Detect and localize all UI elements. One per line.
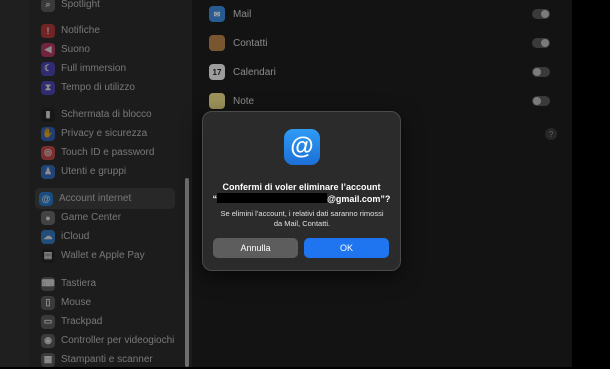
sidebar-item-label: Tempo di utilizzo: [61, 82, 135, 93]
mouse-icon: ▯: [41, 295, 55, 310]
magnifier-icon: ⌕: [41, 0, 55, 12]
dialog-title: Confermi di voler eliminare l’account “@…: [203, 182, 400, 205]
sidebar-item-schermata-di-blocco[interactable]: ▮ Schermata di blocco: [37, 105, 175, 124]
sidebar-item-label: Wallet e Apple Pay: [61, 250, 145, 261]
service-row-mail: ✉ Mail: [209, 2, 554, 26]
sidebar-item-full-immersion[interactable]: ☾ Full immersion: [37, 59, 175, 78]
bell-icon: !: [41, 23, 55, 38]
sidebar-item-tastiera[interactable]: ⌨ Tastiera: [37, 274, 175, 293]
sidebar-item-label: Touch ID e password: [61, 147, 155, 158]
sidebar-item-label: Notifiche: [61, 25, 100, 36]
notes-toggle[interactable]: [532, 96, 550, 106]
sidebar-item-label: Suono: [61, 44, 90, 55]
sidebar-item-touch-id[interactable]: ◎ Touch ID e password: [37, 143, 175, 162]
sidebar-item-stampanti[interactable]: ▦ Stampanti e scanner: [37, 350, 175, 369]
sidebar-item-wallet[interactable]: ▤ Wallet e Apple Pay: [37, 246, 175, 265]
calendar-icon: 17: [209, 64, 225, 80]
redacted-email: [217, 193, 328, 203]
ok-button[interactable]: OK: [304, 238, 389, 258]
cloud-icon: ☁: [41, 229, 55, 244]
sidebar-item-label: Schermata di blocco: [61, 109, 152, 120]
delete-account-dialog: @ Confermi di voler eliminare l’account …: [202, 111, 401, 271]
trackpad-icon: ▭: [41, 314, 55, 329]
sidebar-item-label: Account internet: [59, 193, 132, 204]
sidebar-item-label: iCloud: [61, 231, 90, 242]
sidebar-item-privacy[interactable]: ✋ Privacy e sicurezza: [37, 124, 175, 143]
sidebar-item-tempo-di-utilizzo[interactable]: ⧗ Tempo di utilizzo: [37, 78, 175, 97]
notes-icon: [209, 93, 225, 109]
sidebar-scrollbar[interactable]: [185, 178, 189, 367]
lock-screen-icon: ▮: [41, 107, 55, 122]
mail-icon: ✉: [209, 6, 225, 22]
gamepad-icon: ◉: [41, 333, 55, 348]
wallet-icon: ▤: [41, 248, 55, 263]
sidebar-item-label: Stampanti e scanner: [61, 354, 153, 365]
service-row-contatti: Contatti: [209, 31, 554, 55]
dialog-title-email-suffix: @gmail.com”?: [327, 194, 391, 204]
keyboard-icon: ⌨: [41, 276, 55, 291]
game-center-icon: ●: [41, 210, 55, 225]
dialog-message: Se elimini l’account, i relativi dati sa…: [220, 209, 384, 228]
hourglass-icon: ⧗: [41, 80, 55, 95]
sidebar-item-notifiche[interactable]: ! Notifiche: [37, 21, 175, 40]
cancel-button[interactable]: Annulla: [213, 238, 298, 258]
sidebar-item-label: Mouse: [61, 297, 92, 308]
help-button[interactable]: ?: [545, 128, 557, 140]
sidebar-item-label: Spotlight: [61, 0, 100, 10]
moon-icon: ☾: [41, 61, 55, 76]
sidebar-item-label: Tastiera: [61, 278, 97, 289]
contacts-toggle[interactable]: [532, 38, 550, 48]
at-icon: @: [39, 191, 53, 206]
sidebar-item-trackpad[interactable]: ▭ Trackpad: [37, 312, 175, 331]
service-row-note: Note: [209, 89, 554, 113]
printer-icon: ▦: [41, 352, 55, 367]
users-icon: ♟: [41, 164, 55, 179]
service-label: Calendari: [233, 66, 276, 78]
hand-icon: ✋: [41, 126, 55, 141]
service-row-calendari: 17 Calendari: [209, 60, 554, 84]
sidebar-item-label: Privacy e sicurezza: [61, 128, 148, 139]
service-label: Contatti: [233, 37, 268, 49]
sidebar-item-spotlight[interactable]: ⌕ Spotlight: [37, 0, 175, 14]
sidebar-item-controller[interactable]: ◉ Controller per videogiochi: [37, 331, 175, 350]
service-label: Note: [233, 95, 255, 107]
service-label: Mail: [233, 8, 252, 20]
sidebar-item-icloud[interactable]: ☁ iCloud: [37, 227, 175, 246]
sidebar-item-label: Full immersion: [61, 63, 127, 74]
sidebar-item-label: Utenti e gruppi: [61, 166, 127, 177]
sidebar-item-label: Controller per videogiochi: [61, 335, 175, 346]
sidebar-item-label: Trackpad: [61, 316, 103, 327]
desktop-edge: [572, 0, 610, 367]
contacts-icon: [209, 35, 225, 51]
sidebar: ⌕ Spotlight ! Notifiche ◀ Suono ☾ Full i…: [29, 0, 192, 367]
speaker-icon: ◀: [41, 42, 55, 57]
sidebar-item-utenti[interactable]: ♟ Utenti e gruppi: [37, 162, 175, 181]
sidebar-item-mouse[interactable]: ▯ Mouse: [37, 293, 175, 312]
sidebar-item-game-center[interactable]: ● Game Center: [37, 208, 175, 227]
sidebar-item-suono[interactable]: ◀ Suono: [37, 40, 175, 59]
calendars-toggle[interactable]: [532, 67, 550, 77]
sidebar-item-account-internet[interactable]: @ Account internet: [35, 188, 175, 209]
fingerprint-icon: ◎: [41, 145, 55, 160]
mail-toggle[interactable]: [532, 9, 550, 19]
dialog-title-line1: Confermi di voler eliminare l’account: [222, 182, 381, 192]
at-icon: @: [284, 129, 320, 165]
sidebar-item-label: Game Center: [61, 212, 122, 223]
